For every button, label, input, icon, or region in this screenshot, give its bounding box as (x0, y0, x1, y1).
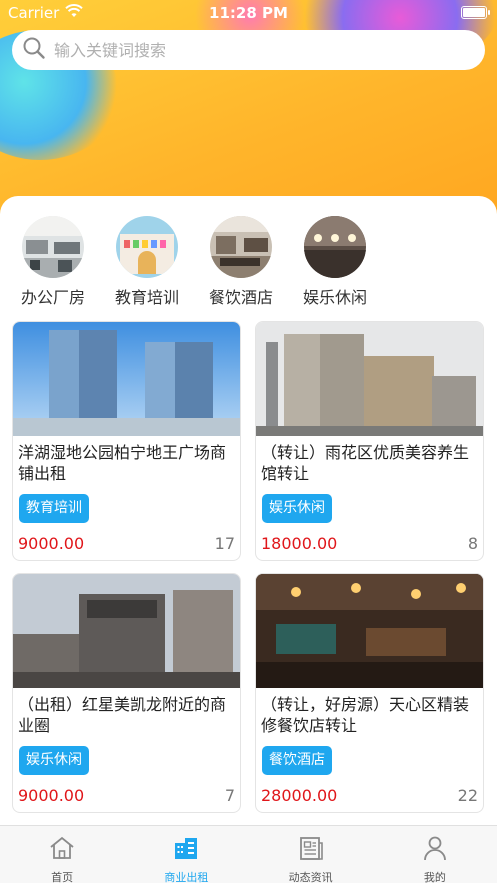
listing-price: 9000.00 (18, 786, 85, 805)
category-label: 教育培训 (114, 288, 179, 307)
listing-tag[interactable]: 餐饮酒店 (262, 746, 332, 775)
city-buildings-photo (256, 322, 483, 436)
tab-label: 首页 (51, 871, 74, 883)
main-content: 办公厂房 教育培训 餐饮酒店 娱乐休闲 洋湖湿地公园柏宁地王广场商铺出租 教育培… (0, 196, 497, 826)
home-icon (48, 834, 76, 866)
listing-card[interactable]: （转让，好房源）天心区精装修餐饮店转让 餐饮酒店 28000.00 22 (255, 573, 484, 813)
listing-title: 洋湖湿地公园柏宁地王广场商铺出租 (18, 443, 227, 483)
listing-price: 28000.00 (261, 786, 338, 805)
listing-card[interactable]: （转让）雨花区优质美容养生馆转让 娱乐休闲 18000.00 8 (255, 321, 484, 561)
leisure-photo (304, 216, 366, 278)
tab-home[interactable]: 首页 (0, 826, 124, 883)
listing-title: （转让，好房源）天心区精装修餐饮店转让 (261, 695, 470, 735)
category-restaurant[interactable]: 餐饮酒店 (194, 216, 288, 308)
restaurant-photo (210, 216, 272, 278)
listing-title: （转让）雨花区优质美容养生馆转让 (261, 443, 470, 483)
education-photo (116, 216, 178, 278)
listing-view-count: 22 (457, 786, 478, 805)
tab-label: 商业出租 (164, 871, 209, 883)
listing-price: 9000.00 (18, 534, 85, 553)
listing-card[interactable]: （出租）红星美凯龙附近的商业圈 娱乐休闲 9000.00 7 (12, 573, 241, 813)
search-icon (22, 36, 46, 64)
listing-tag[interactable]: 教育培训 (19, 494, 89, 523)
listing-view-count: 17 (214, 534, 235, 553)
category-label: 餐饮酒店 (208, 288, 273, 307)
news-icon (297, 834, 325, 866)
status-time: 11:28 PM (209, 4, 288, 22)
tab-profile[interactable]: 我的 (373, 826, 497, 883)
tab-label: 我的 (423, 871, 446, 883)
listing-title: （出租）红星美凯龙附近的商业圈 (18, 695, 227, 735)
search-input[interactable] (54, 40, 454, 60)
tab-news[interactable]: 动态资讯 (249, 826, 373, 883)
buildings-icon (172, 834, 200, 866)
listing-view-count: 8 (467, 534, 478, 553)
category-leisure[interactable]: 娱乐休闲 (288, 216, 382, 308)
glass-towers-photo (13, 322, 240, 436)
search-bar[interactable] (12, 30, 485, 70)
listing-tag[interactable]: 娱乐休闲 (262, 494, 332, 523)
street-mall-photo (13, 574, 240, 688)
category-label: 娱乐休闲 (302, 288, 367, 307)
restaurant-interior-photo (256, 574, 483, 688)
tab-bar: 首页 商业出租 动态资讯 我的 (0, 825, 497, 883)
category-office[interactable]: 办公厂房 (6, 216, 100, 308)
user-icon (421, 834, 449, 866)
status-bar: Carrier 11:28 PM (0, 0, 497, 26)
category-label: 办公厂房 (20, 288, 85, 307)
listing-price: 18000.00 (261, 534, 338, 553)
tab-business-rent[interactable]: 商业出租 (124, 826, 248, 883)
tab-label: 动态资讯 (288, 871, 333, 883)
listing-card[interactable]: 洋湖湿地公园柏宁地王广场商铺出租 教育培训 9000.00 17 (12, 321, 241, 561)
category-education[interactable]: 教育培训 (100, 216, 194, 308)
office-photo (22, 216, 84, 278)
category-row: 办公厂房 教育培训 餐饮酒店 娱乐休闲 (0, 216, 497, 308)
listing-view-count: 7 (224, 786, 235, 805)
listing-tag[interactable]: 娱乐休闲 (19, 746, 89, 775)
battery-icon (461, 6, 490, 19)
